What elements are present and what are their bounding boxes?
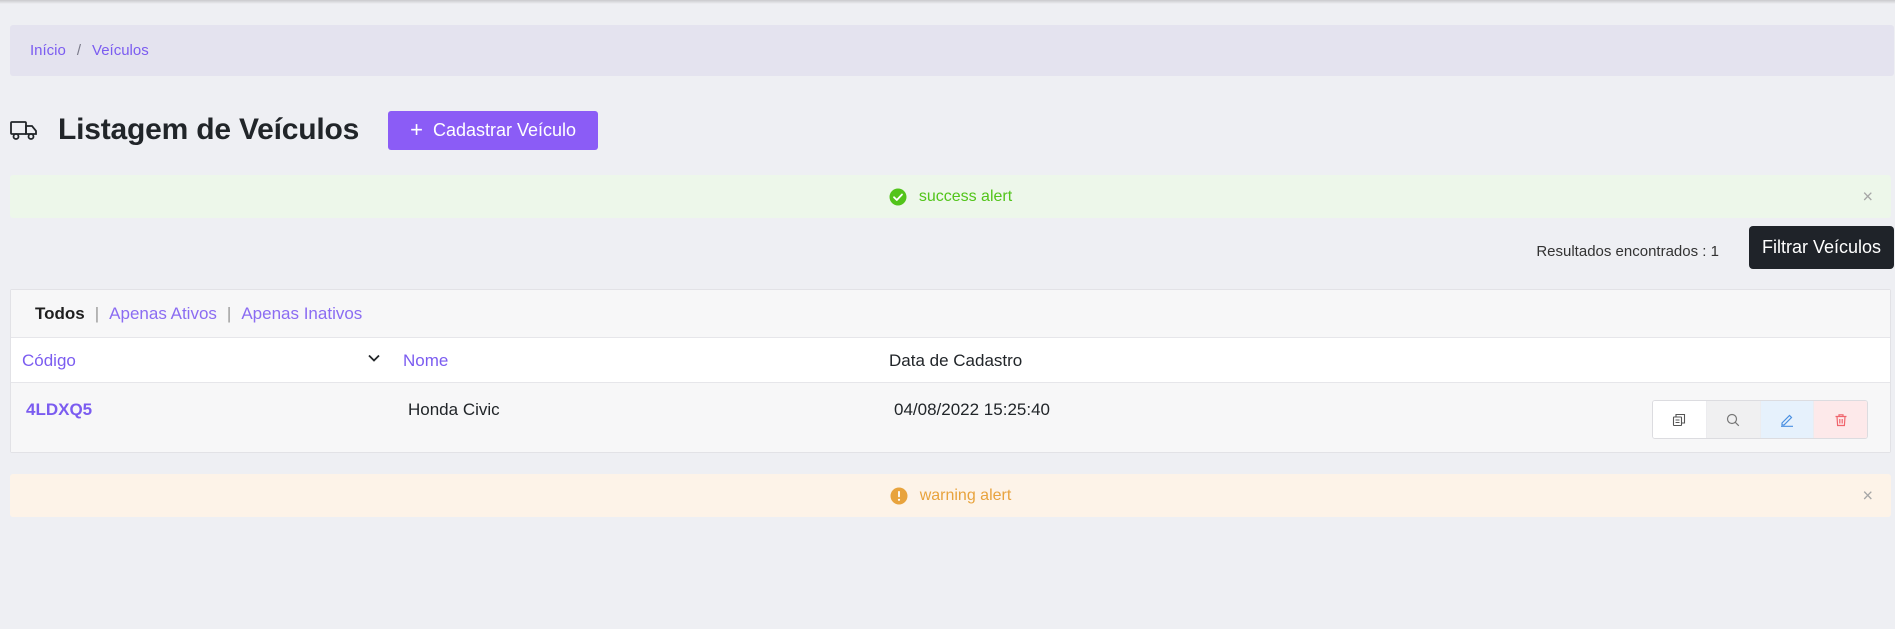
- view-button[interactable]: [1706, 401, 1761, 438]
- delete-button[interactable]: [1814, 401, 1867, 438]
- filter-tabs: Todos | Apenas Ativos | Apenas Inativos: [11, 290, 1890, 338]
- filter-vehicles-button[interactable]: Filtrar Veículos: [1748, 226, 1894, 269]
- column-header-codigo[interactable]: Código: [22, 351, 76, 371]
- vehicles-table: Todos | Apenas Ativos | Apenas Inativos …: [10, 289, 1891, 453]
- warning-alert-text: warning alert: [919, 486, 1012, 504]
- table-row: 4LDXQ5 Honda Civic 04/08/2022 15:25:40: [11, 383, 1890, 452]
- page: Início / Veículos Listagem de Veículos +…: [10, 0, 1894, 629]
- edit-icon: [1780, 414, 1793, 427]
- filter-separator: |: [226, 303, 232, 323]
- cell-data-cadastro: 04/08/2022 15:25:40: [894, 400, 1050, 419]
- breadcrumb: Início / Veículos: [10, 25, 1894, 76]
- trash-icon: [1835, 413, 1847, 426]
- page-title: Listagem de Veículos: [58, 113, 360, 146]
- filter-tab-todos[interactable]: Todos: [35, 304, 85, 324]
- cell-codigo[interactable]: 4LDXQ5: [26, 400, 92, 420]
- success-alert-text: success alert: [918, 187, 1013, 205]
- breadcrumb-home-link[interactable]: Início: [30, 42, 66, 59]
- cell-nome: Honda Civic: [408, 400, 500, 419]
- table-header: Código Nome Data de Cadastro: [11, 338, 1890, 383]
- add-vehicle-button[interactable]: + Cadastrar Veículo: [388, 110, 599, 150]
- filter-tab-apenas-inativos[interactable]: Apenas Inativos: [241, 304, 362, 324]
- close-icon[interactable]: ×: [1862, 186, 1873, 207]
- title-row: Listagem de Veículos + Cadastrar Veículo: [10, 110, 599, 150]
- add-vehicle-button-label: Cadastrar Veículo: [432, 119, 577, 140]
- results-count: Resultados encontrados : 1: [1536, 243, 1719, 260]
- copy-button[interactable]: [1653, 401, 1707, 438]
- breadcrumb-current-link[interactable]: Veículos: [92, 42, 149, 59]
- exclamation-circle-icon: [890, 487, 908, 504]
- chevron-down-icon[interactable]: [366, 350, 382, 366]
- breadcrumb-separator: /: [76, 42, 82, 59]
- close-icon[interactable]: ×: [1862, 485, 1873, 506]
- results-row: Resultados encontrados : 1 Filtrar Veícu…: [1536, 226, 1894, 269]
- filter-separator: |: [94, 303, 100, 323]
- row-actions: [1652, 400, 1868, 439]
- edit-button[interactable]: [1760, 401, 1815, 438]
- column-header-nome[interactable]: Nome: [403, 351, 448, 371]
- filter-tab-apenas-ativos[interactable]: Apenas Ativos: [109, 304, 217, 324]
- success-alert: success alert ×: [10, 175, 1891, 218]
- column-header-data-cadastro: Data de Cadastro: [889, 351, 1023, 370]
- truck-icon: [10, 121, 37, 140]
- copy-icon: [1673, 413, 1686, 426]
- search-icon: [1727, 413, 1740, 426]
- warning-alert: warning alert ×: [10, 474, 1891, 517]
- plus-icon: +: [410, 117, 423, 142]
- check-circle-icon: [889, 188, 907, 205]
